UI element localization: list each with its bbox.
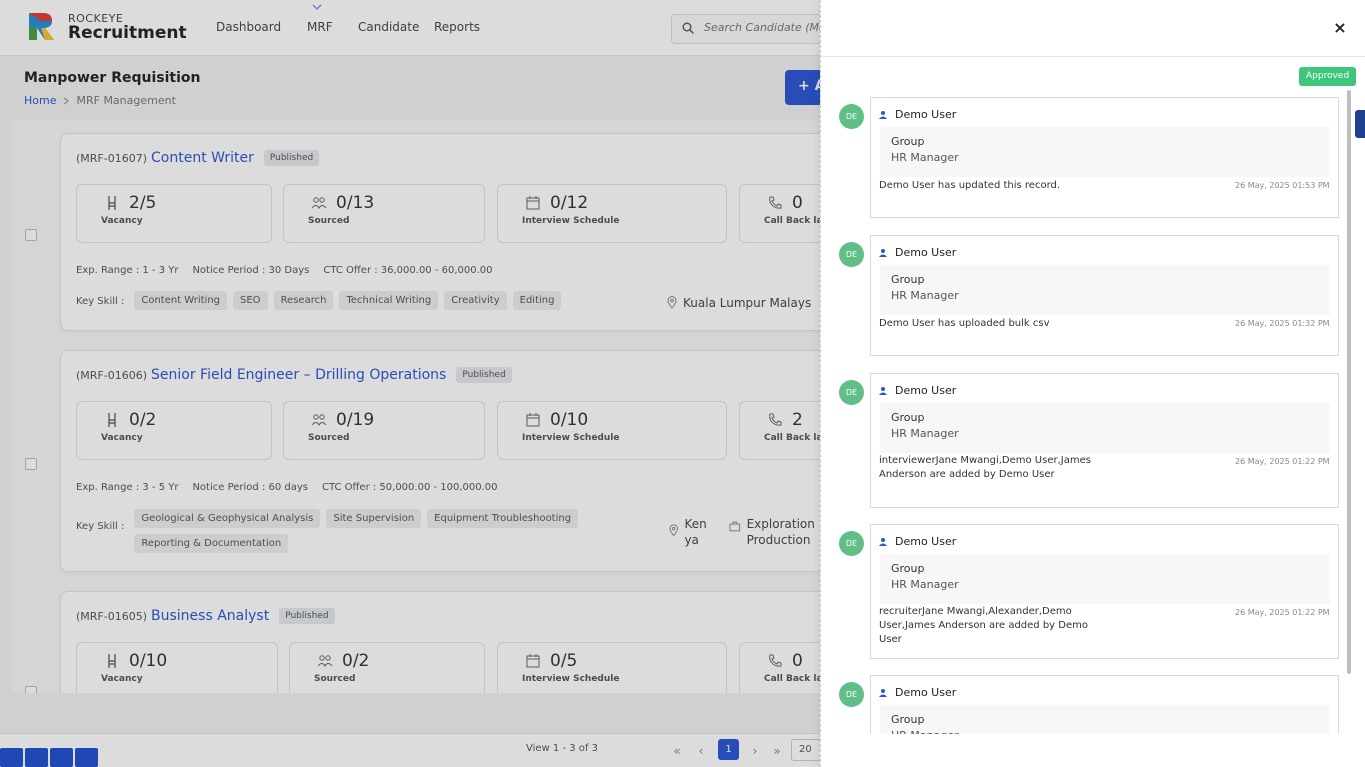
entry-date: 26 May, 2025 01:22 PM <box>1235 457 1330 466</box>
entry-group: Group HR Manager <box>880 403 1330 453</box>
group-label: Group <box>891 135 925 148</box>
group-role: HR Manager <box>891 728 1319 734</box>
group-role: HR Manager <box>891 151 959 164</box>
group-role: HR Manager <box>891 289 959 302</box>
entry-card: Demo User Group HR Manager interviewerJa… <box>870 373 1339 508</box>
status-badge: Approved <box>1299 67 1357 86</box>
entry-group: Group HR Manager <box>880 265 1330 315</box>
timeline-entry: DE Demo User Group HR Manager recruiterJ… <box>821 519 1346 662</box>
activity-timeline: DE Demo User Group HR Manager Demo User … <box>821 92 1346 734</box>
group-label: Group <box>891 562 925 575</box>
timeline-entry: DE Demo User Group HR Manager interviewe… <box>821 368 1346 511</box>
timeline-entry: DE Demo User Group HR Manager Demo User … <box>821 230 1346 360</box>
entry-message: interviewerJane Mwangi,Demo User,James A… <box>879 455 1091 480</box>
drawer-header: × <box>821 0 1365 57</box>
avatar: DE <box>839 380 864 405</box>
close-icon[interactable]: × <box>1332 20 1348 36</box>
group-label: Group <box>891 273 925 286</box>
group-label: Group <box>891 411 925 424</box>
entry-user: Demo User <box>895 384 957 397</box>
entry-card: Demo User Group HR Manager Demo User has… <box>870 235 1339 356</box>
entry-user: Demo User <box>895 108 957 121</box>
avatar: DE <box>839 104 864 129</box>
history-drawer: × Approved DE Demo User Group HR Manager… <box>820 0 1365 767</box>
group-role: HR Manager <box>891 578 959 591</box>
entry-group: Group HR Manager <box>880 127 1330 177</box>
entry-date: 26 May, 2025 01:53 PM <box>1235 181 1330 190</box>
entry-message: Demo User has uploaded bulk csv <box>879 318 1050 329</box>
entry-user: Demo User <box>895 535 957 548</box>
entry-message: Demo User has updated this record. <box>879 180 1061 191</box>
timeline-entry: DE Demo User Group HR Manager <box>821 670 1346 734</box>
user-icon <box>879 537 887 546</box>
avatar: DE <box>839 242 864 267</box>
entry-card: Demo User Group HR Manager <box>870 675 1339 734</box>
entry-group: Group HR Manager <box>880 705 1330 734</box>
entry-date: 26 May, 2025 01:22 PM <box>1235 608 1330 617</box>
group-label: Group <box>891 713 925 726</box>
avatar: DE <box>839 531 864 556</box>
group-role: HR Manager <box>891 427 959 440</box>
user-icon <box>879 110 887 119</box>
avatar: DE <box>839 682 864 707</box>
entry-card: Demo User Group HR Manager recruiterJane… <box>870 524 1339 659</box>
timeline-entry: DE Demo User Group HR Manager Demo User … <box>821 92 1346 222</box>
entry-card: Demo User Group HR Manager Demo User has… <box>870 97 1339 218</box>
user-icon <box>879 688 887 697</box>
user-icon <box>879 386 887 395</box>
user-icon <box>879 248 887 257</box>
entry-group: Group HR Manager <box>880 554 1330 604</box>
modal-backdrop[interactable] <box>0 0 820 767</box>
entry-message: recruiterJane Mwangi,Alexander,Demo User… <box>879 606 1088 645</box>
side-panel-tab[interactable] <box>1355 110 1365 138</box>
entry-user: Demo User <box>895 686 957 699</box>
entry-date: 26 May, 2025 01:32 PM <box>1235 319 1330 328</box>
scrollbar[interactable] <box>1347 90 1351 674</box>
entry-user: Demo User <box>895 246 957 259</box>
